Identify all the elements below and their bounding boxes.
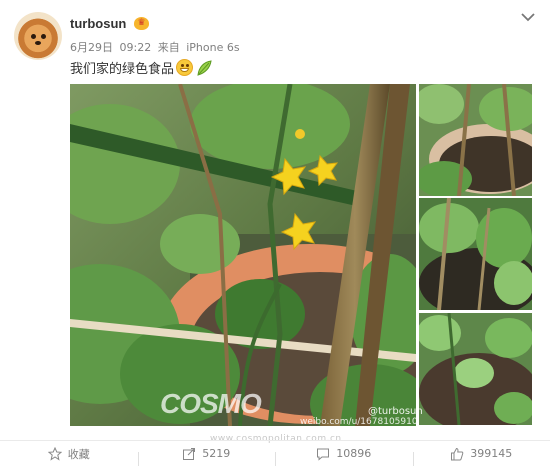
avatar[interactable] [14, 12, 62, 60]
photo-thumb-3[interactable] [419, 313, 532, 425]
post-meta: 6月29日 09:22 来自 iPhone 6s [70, 39, 243, 55]
weibo-post: turbosun ♛ 6月29日 09:22 来自 iPhone 6s 我们家的… [0, 0, 550, 466]
avatar-nose [35, 41, 41, 45]
vip-badge-icon[interactable]: ♛ [134, 17, 149, 30]
favorite-button[interactable]: 收藏 [0, 446, 138, 462]
share-count: 5219 [202, 447, 231, 460]
photo-main[interactable] [70, 84, 416, 426]
source-prefix: 来自 [157, 41, 180, 54]
share-icon [183, 447, 196, 460]
favorite-label: 收藏 [67, 447, 90, 461]
post-text-content: 我们家的绿色食品 [70, 62, 175, 77]
photo-thumb-1[interactable] [419, 84, 532, 196]
like-icon [451, 447, 464, 460]
photo-thumb-2[interactable] [419, 198, 532, 310]
post-device[interactable]: iPhone 6s [186, 41, 239, 54]
weibo-url-watermark: weibo.com/u/1678105910 [300, 417, 418, 427]
plant-pot-image [419, 84, 532, 196]
comment-button[interactable]: 10896 [275, 447, 413, 466]
action-bar: 收藏 5219 10896 399145 [0, 440, 550, 466]
grin-emoji-icon [176, 59, 194, 76]
seedling-image [419, 313, 532, 425]
username[interactable]: turbosun [70, 16, 126, 31]
cucumber-plant-image [70, 84, 416, 426]
star-icon [47, 446, 62, 461]
tomato-plant-image [419, 198, 532, 310]
post-time[interactable]: 09:22 [120, 41, 152, 54]
avatar-eye [31, 34, 36, 39]
comment-count: 10896 [336, 447, 372, 460]
like-count: 399145 [470, 447, 513, 460]
chevron-down-icon[interactable] [520, 10, 536, 24]
leaf-emoji-icon [197, 59, 212, 76]
post-text: 我们家的绿色食品 [70, 58, 213, 77]
avatar-eye [41, 34, 46, 39]
post-date[interactable]: 6月29日 [70, 41, 113, 54]
weibo-user-watermark: @turbosun [368, 406, 423, 417]
share-button[interactable]: 5219 [137, 447, 276, 466]
cosmo-watermark: COSMO [160, 388, 262, 419]
comment-icon [317, 448, 330, 461]
like-button[interactable]: 399145 [412, 447, 550, 466]
